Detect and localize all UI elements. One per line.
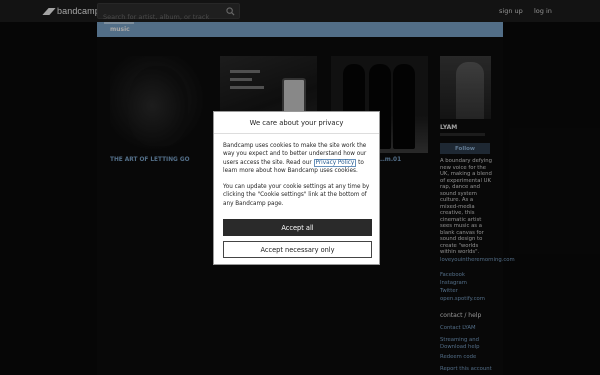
cookie-settings-info: You can update your cookie settings at a… (223, 184, 370, 207)
cookie-consent-dialog: We care about your privacy Bandcamp uses… (213, 111, 380, 265)
privacy-policy-link[interactable]: Privacy Policy (313, 158, 357, 167)
dialog-title: We care about your privacy (214, 112, 379, 134)
accept-all-button[interactable]: Accept all (223, 219, 372, 236)
accept-necessary-button[interactable]: Accept necessary only (223, 241, 372, 258)
cookie-explanation: Bandcamp uses cookies to make the site w… (223, 142, 375, 175)
